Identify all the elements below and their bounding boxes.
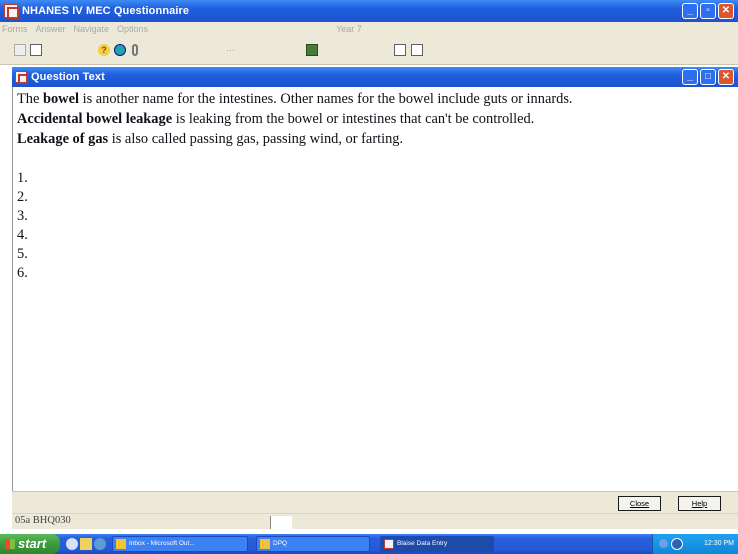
line-text: is another name for the intestines. Othe… — [78, 91, 573, 107]
term-accidental-bowel-leakage: Accidental bowel leakage — [17, 111, 173, 127]
dialog-button-bar: Close Help — [12, 491, 738, 513]
help-button[interactable]: Help — [678, 496, 721, 511]
menu-navigate[interactable]: Navigate — [74, 24, 110, 34]
info-icon[interactable] — [114, 44, 126, 56]
task-label: Blaise Data Entry — [397, 540, 448, 547]
field-icon[interactable] — [30, 44, 42, 56]
system-tray: 12:30 PM — [652, 534, 738, 554]
media-icon[interactable] — [94, 538, 106, 550]
windows-logo-icon — [5, 539, 15, 549]
next-icon[interactable] — [411, 44, 423, 56]
outlook-icon — [116, 539, 126, 549]
restore-button[interactable]: ▫ — [700, 3, 716, 19]
toolbar: ? ··· — [0, 36, 738, 65]
window-controls: _ ▫ ✕ — [682, 3, 734, 19]
app-title-bar: NHANES IV MEC Questionnaire _ ▫ ✕ — [0, 0, 738, 22]
app-title: NHANES IV MEC Questionnaire — [22, 5, 190, 17]
year-label: Year 7 — [336, 24, 362, 34]
taskbar-item-inbox[interactable]: Inbox - Microsoft Out... — [112, 536, 248, 552]
menu-answer[interactable]: Answer — [36, 24, 66, 34]
answer-number: 6. — [17, 265, 28, 281]
status-field-name: 05a BHQ030 — [15, 515, 71, 526]
tray-icon[interactable] — [659, 539, 668, 548]
copy-icon[interactable] — [14, 44, 26, 56]
close-button[interactable]: ✕ — [718, 69, 734, 85]
ie-icon[interactable] — [66, 538, 78, 550]
prev-icon[interactable] — [394, 44, 406, 56]
answer-number: 4. — [17, 227, 28, 243]
dialog-close-button[interactable]: Close — [618, 496, 661, 511]
menu-forms[interactable]: Forms — [2, 24, 28, 34]
menu-options[interactable]: Options — [117, 24, 148, 34]
question-line: Accidental bowel leakage is leaking from… — [17, 109, 738, 129]
minimize-button[interactable]: _ — [682, 69, 698, 85]
taskbar-item-blaise[interactable]: Blaise Data Entry — [380, 536, 494, 552]
help-icon[interactable]: ? — [98, 44, 110, 56]
maximize-button[interactable]: □ — [700, 69, 716, 85]
status-bar: 05a BHQ030 — [12, 513, 738, 529]
question-window-title: Question Text — [31, 71, 105, 83]
line-text: is leaking from the bowel or intestines … — [172, 111, 535, 127]
question-window-icon[interactable] — [15, 71, 28, 84]
term-bowel: bowel — [42, 91, 79, 107]
status-input-box — [270, 516, 292, 529]
clock: 12:30 PM — [704, 540, 734, 547]
blaise-app-icon — [384, 539, 394, 549]
task-label: Inbox - Microsoft Out... — [129, 540, 195, 547]
attach-icon[interactable] — [132, 44, 138, 56]
folder-icon — [260, 539, 270, 549]
taskbar: start Inbox - Microsoft Out... DPQ Blais… — [0, 534, 738, 554]
start-button[interactable]: start — [0, 534, 60, 554]
term-leakage-of-gas: Leakage of gas — [17, 131, 109, 147]
answer-number: 3. — [17, 208, 28, 224]
answer-number: 2. — [17, 189, 28, 205]
answer-number: 1. — [17, 170, 28, 186]
question-window-controls: _ □ ✕ — [682, 69, 734, 85]
minimize-button[interactable]: _ — [682, 3, 698, 19]
line-prefix: The — [17, 91, 43, 107]
outlook-icon[interactable] — [80, 538, 92, 550]
close-button[interactable]: ✕ — [718, 3, 734, 19]
book-icon[interactable] — [306, 44, 318, 56]
start-label: start — [18, 536, 47, 551]
question-text-pane: The bowel is another name for the intest… — [12, 87, 738, 491]
line-text: is also called passing gas, passing wind… — [108, 131, 404, 147]
question-line: The bowel is another name for the intest… — [17, 89, 738, 109]
network-icon[interactable] — [671, 538, 683, 550]
answer-number: 5. — [17, 246, 28, 262]
task-label: DPQ — [273, 540, 288, 547]
question-line: Leakage of gas is also called passing ga… — [17, 129, 738, 149]
menu-bar: Forms Answer Navigate Options Year 7 — [0, 22, 738, 36]
blaise-app-icon[interactable] — [4, 4, 19, 19]
taskbar-item-dpq[interactable]: DPQ — [256, 536, 370, 552]
more-icon[interactable]: ··· — [226, 44, 238, 56]
question-window-title-bar: Question Text _ □ ✕ — [12, 67, 738, 87]
